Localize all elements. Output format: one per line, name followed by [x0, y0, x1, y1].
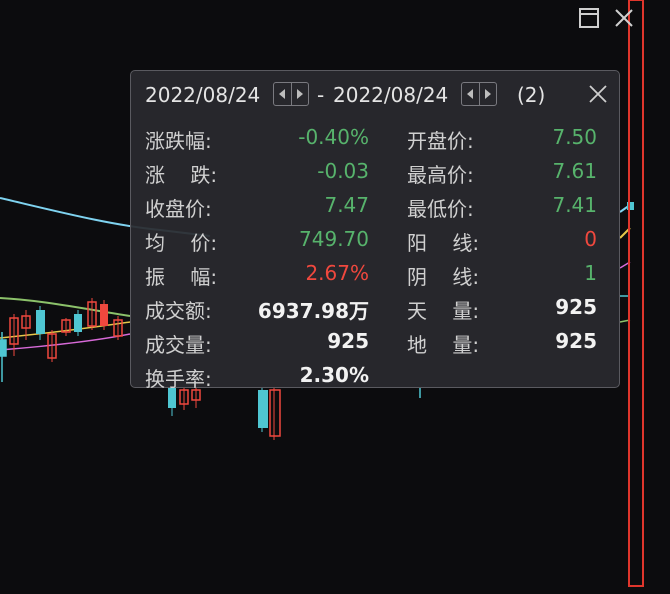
candle — [36, 306, 45, 340]
stat-row: 成交量: 925 地 量: 925 — [131, 329, 619, 363]
highlight-column — [628, 0, 644, 587]
candle — [61, 318, 71, 336]
chevron-right-icon[interactable] — [290, 83, 309, 105]
maximize-icon[interactable] — [577, 6, 601, 30]
low-label: 最低价: — [407, 197, 474, 221]
close-value: 7.47 — [324, 193, 369, 217]
high-value: 7.61 — [552, 159, 597, 183]
avg-price-label: 均 价: — [145, 231, 218, 255]
popup-header: 2022/08/24 - 2022/08/24 (2) — [131, 71, 619, 117]
stat-row: 涨 跌: -0.03 最高价: 7.61 — [131, 159, 619, 193]
start-date-stepper[interactable] — [273, 82, 309, 106]
turnover-rate-label: 换手率: — [145, 367, 212, 391]
candle — [74, 310, 82, 336]
change-pct-value: -0.40% — [298, 125, 369, 149]
date-separator: - — [317, 83, 325, 107]
candle — [100, 300, 108, 330]
stat-row: 振 幅: 2.67% 阴 线: 1 — [131, 261, 619, 295]
chevron-left-icon[interactable] — [274, 83, 291, 105]
volume-label: 成交量: — [145, 333, 212, 357]
high-label: 最高价: — [407, 163, 474, 187]
turnover-rate-value: 2.30% — [299, 363, 369, 387]
interval-stats-popup: 2022/08/24 - 2022/08/24 (2) 涨跌幅: -0.40% … — [130, 70, 620, 391]
turnover-amount-label: 成交额: — [145, 299, 212, 323]
max-volume-value: 925 — [555, 295, 597, 319]
candle — [87, 298, 97, 330]
stat-row: 换手率: 2.30% — [131, 363, 619, 397]
volume-value: 925 — [327, 329, 369, 353]
chevron-left-icon[interactable] — [462, 83, 479, 105]
change-value: -0.03 — [317, 159, 369, 183]
min-volume-value: 925 — [555, 329, 597, 353]
close-icon[interactable] — [587, 83, 609, 105]
open-label: 开盘价: — [407, 129, 474, 153]
max-volume-label: 天 量: — [407, 299, 480, 323]
chevron-right-icon[interactable] — [478, 83, 497, 105]
ma-line-yellow — [0, 321, 131, 339]
end-date-stepper[interactable] — [461, 82, 497, 106]
candle — [113, 316, 123, 340]
amplitude-value: 2.67% — [305, 261, 369, 285]
stat-row: 涨跌幅: -0.40% 开盘价: 7.50 — [131, 125, 619, 159]
open-value: 7.50 — [552, 125, 597, 149]
stat-row: 均 价: 749.70 阳 线: 0 — [131, 227, 619, 261]
avg-price-value: 749.70 — [299, 227, 369, 251]
up-candles-label: 阳 线: — [407, 231, 480, 255]
up-candles-value: 0 — [584, 227, 597, 251]
stat-row: 收盘价: 7.47 最低价: 7.41 — [131, 193, 619, 227]
end-date: 2022/08/24 — [333, 83, 449, 107]
start-date: 2022/08/24 — [145, 83, 261, 107]
change-label: 涨 跌: — [145, 163, 218, 187]
period-count: (2) — [517, 83, 546, 107]
ma-line-green — [0, 297, 131, 317]
min-volume-label: 地 量: — [407, 333, 480, 357]
down-candles-value: 1 — [584, 261, 597, 285]
turnover-amount-value: 6937.98万 — [257, 299, 369, 323]
close-icon[interactable] — [612, 6, 636, 30]
stat-row: 成交额: 6937.98万 天 量: 925 — [131, 295, 619, 329]
amplitude-label: 振 幅: — [145, 265, 218, 289]
change-pct-label: 涨跌幅: — [145, 129, 212, 153]
low-value: 7.41 — [552, 193, 597, 217]
candle — [0, 332, 7, 382]
close-label: 收盘价: — [145, 197, 212, 221]
down-candles-label: 阴 线: — [407, 265, 480, 289]
